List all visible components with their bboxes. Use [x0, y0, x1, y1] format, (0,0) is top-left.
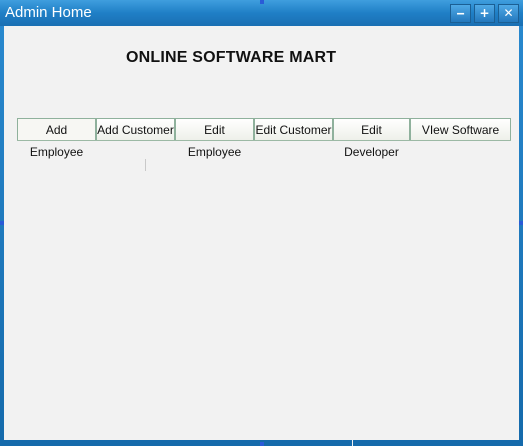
- tab-edit-developer[interactable]: Edit Developer: [333, 118, 410, 159]
- bottom-tick: [352, 430, 353, 446]
- tab-divider: [17, 140, 511, 141]
- admin-home-window: Admin Home ‒ + ✕ ONLINE SOFTWARE MART Ad…: [0, 0, 523, 446]
- resize-handle-top[interactable]: [260, 0, 264, 4]
- resize-handle-bottom[interactable]: [260, 442, 264, 446]
- page-title: ONLINE SOFTWARE MART: [126, 49, 337, 66]
- tab-edit-employee[interactable]: Edit Employee: [175, 118, 254, 159]
- resize-handle-left[interactable]: [0, 221, 4, 225]
- content-panel: ONLINE SOFTWARE MART Add Employee Add Cu…: [4, 26, 519, 440]
- close-button[interactable]: ✕: [498, 4, 519, 23]
- text-caret: [145, 159, 146, 171]
- maximize-button[interactable]: +: [474, 4, 495, 23]
- tab-view-software[interactable]: VIew Software: [410, 118, 511, 140]
- resize-handle-right[interactable]: [519, 221, 523, 225]
- tab-strip: Add Employee Add Customer Edit Employee …: [17, 118, 511, 159]
- minimize-button[interactable]: ‒: [450, 4, 471, 23]
- tab-edit-customer[interactable]: Edit Customer: [254, 118, 333, 140]
- window-title: Admin Home: [5, 4, 92, 21]
- tab-add-customer[interactable]: Add Customer: [96, 118, 175, 140]
- tab-add-employee[interactable]: Add Employee: [17, 118, 96, 159]
